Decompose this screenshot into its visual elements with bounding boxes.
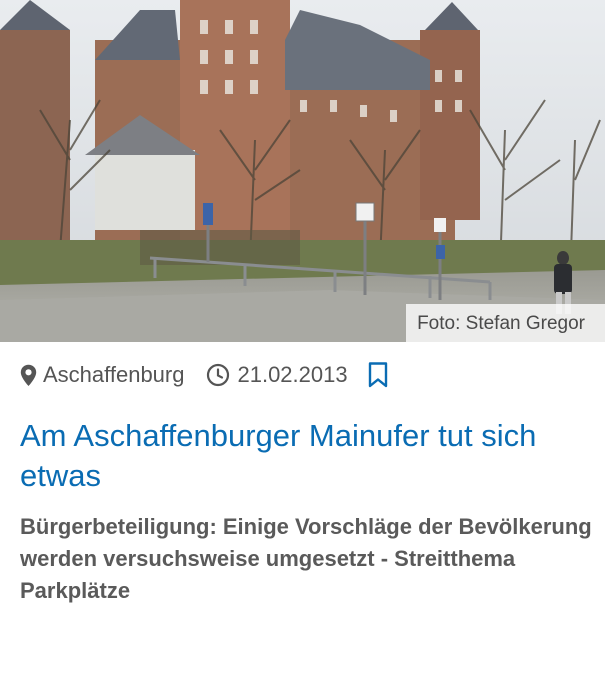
map-marker-icon	[20, 364, 37, 387]
article-headline[interactable]: Am Aschaffenburger Mainufer tut sich etw…	[20, 416, 595, 496]
photo-credit: Foto: Stefan Gregor	[406, 304, 605, 342]
article-location: Aschaffenburg	[43, 362, 185, 387]
bookmark-icon[interactable]	[368, 362, 388, 388]
castle-photo-illustration	[0, 0, 605, 342]
article-photo[interactable]: Foto: Stefan Gregor	[0, 0, 605, 342]
article-teaser: Bürgerbeteiligung: Einige Vorschläge der…	[20, 514, 592, 603]
article-card: Foto: Stefan Gregor Aschaffenburg 21.02.…	[0, 0, 605, 687]
article-date: 21.02.2013	[237, 362, 348, 387]
article-meta: Aschaffenburg 21.02.2013	[20, 359, 388, 391]
clock-icon	[206, 363, 230, 387]
